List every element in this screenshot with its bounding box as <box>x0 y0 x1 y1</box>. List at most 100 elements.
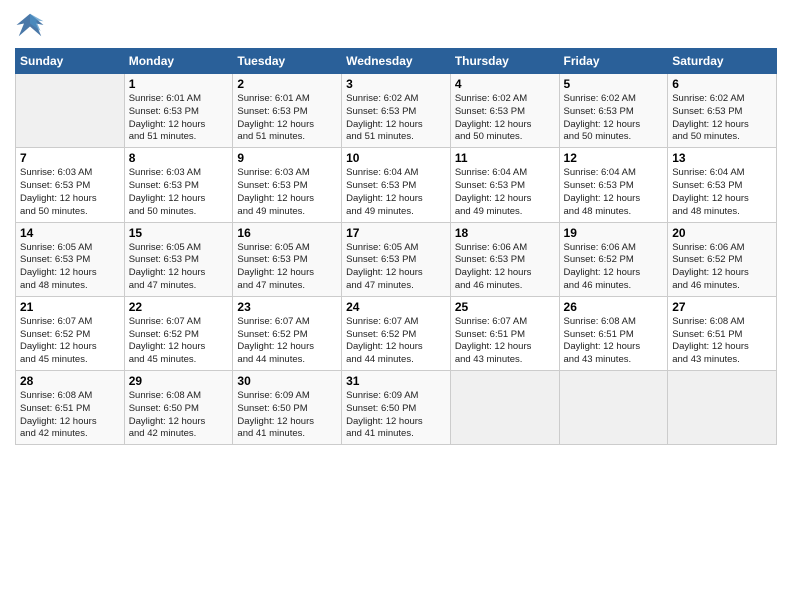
weekday-header-friday: Friday <box>559 49 668 74</box>
logo <box>15 10 49 40</box>
calendar-cell: 2 Sunrise: 6:01 AM Sunset: 6:53 PM Daylig… <box>233 74 342 148</box>
day-number: 19 <box>564 226 664 240</box>
day-info: Sunrise: 6:07 AM Sunset: 6:52 PM Dayligh… <box>20 316 120 367</box>
day-number: 4 <box>455 77 555 91</box>
day-info: Sunrise: 6:04 AM Sunset: 6:53 PM Dayligh… <box>672 167 772 218</box>
day-number: 14 <box>20 226 120 240</box>
calendar-cell: 28 Sunrise: 6:08 AM Sunset: 6:51 PM Dayli… <box>16 371 125 445</box>
weekday-header-tuesday: Tuesday <box>233 49 342 74</box>
calendar-cell: 24 Sunrise: 6:07 AM Sunset: 6:52 PM Dayli… <box>342 296 451 370</box>
day-number: 28 <box>20 374 120 388</box>
calendar-week-row: 28 Sunrise: 6:08 AM Sunset: 6:51 PM Dayli… <box>16 371 777 445</box>
weekday-header-wednesday: Wednesday <box>342 49 451 74</box>
day-number: 11 <box>455 151 555 165</box>
day-info: Sunrise: 6:05 AM Sunset: 6:53 PM Dayligh… <box>346 242 446 293</box>
day-number: 23 <box>237 300 337 314</box>
day-info: Sunrise: 6:03 AM Sunset: 6:53 PM Dayligh… <box>129 167 229 218</box>
day-number: 24 <box>346 300 446 314</box>
day-info: Sunrise: 6:08 AM Sunset: 6:50 PM Dayligh… <box>129 390 229 441</box>
day-number: 18 <box>455 226 555 240</box>
calendar-cell: 13 Sunrise: 6:04 AM Sunset: 6:53 PM Dayli… <box>668 148 777 222</box>
day-number: 16 <box>237 226 337 240</box>
day-info: Sunrise: 6:05 AM Sunset: 6:53 PM Dayligh… <box>129 242 229 293</box>
day-number: 22 <box>129 300 229 314</box>
weekday-header-monday: Monday <box>124 49 233 74</box>
day-info: Sunrise: 6:02 AM Sunset: 6:53 PM Dayligh… <box>455 93 555 144</box>
day-number: 3 <box>346 77 446 91</box>
day-info: Sunrise: 6:06 AM Sunset: 6:52 PM Dayligh… <box>564 242 664 293</box>
day-number: 13 <box>672 151 772 165</box>
day-info: Sunrise: 6:04 AM Sunset: 6:53 PM Dayligh… <box>564 167 664 218</box>
calendar-cell: 12 Sunrise: 6:04 AM Sunset: 6:53 PM Dayli… <box>559 148 668 222</box>
calendar-cell <box>16 74 125 148</box>
calendar-cell: 26 Sunrise: 6:08 AM Sunset: 6:51 PM Dayli… <box>559 296 668 370</box>
calendar-week-row: 14 Sunrise: 6:05 AM Sunset: 6:53 PM Dayli… <box>16 222 777 296</box>
calendar-cell: 3Sunrise: 6:02 AM Sunset: 6:53 PM Daylig… <box>342 74 451 148</box>
calendar-cell: 19 Sunrise: 6:06 AM Sunset: 6:52 PM Dayli… <box>559 222 668 296</box>
calendar-cell: 8 Sunrise: 6:03 AM Sunset: 6:53 PM Daylig… <box>124 148 233 222</box>
day-number: 12 <box>564 151 664 165</box>
calendar-cell: 6 Sunrise: 6:02 AM Sunset: 6:53 PM Daylig… <box>668 74 777 148</box>
day-number: 26 <box>564 300 664 314</box>
day-info: Sunrise: 6:05 AM Sunset: 6:53 PM Dayligh… <box>20 242 120 293</box>
day-info: Sunrise: 6:03 AM Sunset: 6:53 PM Dayligh… <box>20 167 120 218</box>
day-number: 27 <box>672 300 772 314</box>
day-info: Sunrise: 6:04 AM Sunset: 6:53 PM Dayligh… <box>346 167 446 218</box>
day-info: Sunrise: 6:09 AM Sunset: 6:50 PM Dayligh… <box>346 390 446 441</box>
weekday-header-saturday: Saturday <box>668 49 777 74</box>
day-number: 17 <box>346 226 446 240</box>
calendar-cell: 23 Sunrise: 6:07 AM Sunset: 6:52 PM Dayli… <box>233 296 342 370</box>
day-number: 6 <box>672 77 772 91</box>
day-number: 31 <box>346 374 446 388</box>
calendar-cell: 18Sunrise: 6:06 AM Sunset: 6:53 PM Dayli… <box>450 222 559 296</box>
day-info: Sunrise: 6:03 AM Sunset: 6:53 PM Dayligh… <box>237 167 337 218</box>
day-number: 10 <box>346 151 446 165</box>
day-number: 15 <box>129 226 229 240</box>
day-info: Sunrise: 6:02 AM Sunset: 6:53 PM Dayligh… <box>672 93 772 144</box>
calendar-cell: 16Sunrise: 6:05 AM Sunset: 6:53 PM Dayli… <box>233 222 342 296</box>
day-info: Sunrise: 6:02 AM Sunset: 6:53 PM Dayligh… <box>564 93 664 144</box>
day-number: 29 <box>129 374 229 388</box>
day-info: Sunrise: 6:07 AM Sunset: 6:52 PM Dayligh… <box>237 316 337 367</box>
page-header <box>15 10 777 40</box>
calendar-cell: 17 Sunrise: 6:05 AM Sunset: 6:53 PM Dayli… <box>342 222 451 296</box>
day-number: 8 <box>129 151 229 165</box>
calendar-cell: 30 Sunrise: 6:09 AM Sunset: 6:50 PM Dayli… <box>233 371 342 445</box>
calendar-cell: 14 Sunrise: 6:05 AM Sunset: 6:53 PM Dayli… <box>16 222 125 296</box>
day-number: 30 <box>237 374 337 388</box>
calendar-cell: 9 Sunrise: 6:03 AM Sunset: 6:53 PM Daylig… <box>233 148 342 222</box>
day-number: 25 <box>455 300 555 314</box>
calendar-cell: 31 Sunrise: 6:09 AM Sunset: 6:50 PM Dayli… <box>342 371 451 445</box>
logo-icon <box>15 10 45 40</box>
day-number: 1 <box>129 77 229 91</box>
day-info: Sunrise: 6:08 AM Sunset: 6:51 PM Dayligh… <box>672 316 772 367</box>
calendar-week-row: 1 Sunrise: 6:01 AM Sunset: 6:53 PM Daylig… <box>16 74 777 148</box>
day-number: 5 <box>564 77 664 91</box>
day-info: Sunrise: 6:08 AM Sunset: 6:51 PM Dayligh… <box>564 316 664 367</box>
weekday-header-row: SundayMondayTuesdayWednesdayThursdayFrid… <box>16 49 777 74</box>
day-info: Sunrise: 6:07 AM Sunset: 6:52 PM Dayligh… <box>346 316 446 367</box>
page-container: SundayMondayTuesdayWednesdayThursdayFrid… <box>0 0 792 455</box>
calendar-cell: 5 Sunrise: 6:02 AM Sunset: 6:53 PM Daylig… <box>559 74 668 148</box>
day-info: Sunrise: 6:01 AM Sunset: 6:53 PM Dayligh… <box>237 93 337 144</box>
day-info: Sunrise: 6:08 AM Sunset: 6:51 PM Dayligh… <box>20 390 120 441</box>
calendar-cell: 4 Sunrise: 6:02 AM Sunset: 6:53 PM Daylig… <box>450 74 559 148</box>
calendar-cell: 1 Sunrise: 6:01 AM Sunset: 6:53 PM Daylig… <box>124 74 233 148</box>
calendar-cell: 21Sunrise: 6:07 AM Sunset: 6:52 PM Dayli… <box>16 296 125 370</box>
day-info: Sunrise: 6:01 AM Sunset: 6:53 PM Dayligh… <box>129 93 229 144</box>
calendar-cell: 15 Sunrise: 6:05 AM Sunset: 6:53 PM Dayli… <box>124 222 233 296</box>
day-info: Sunrise: 6:09 AM Sunset: 6:50 PM Dayligh… <box>237 390 337 441</box>
calendar-cell: 10 Sunrise: 6:04 AM Sunset: 6:53 PM Dayli… <box>342 148 451 222</box>
day-info: Sunrise: 6:04 AM Sunset: 6:53 PM Dayligh… <box>455 167 555 218</box>
weekday-header-thursday: Thursday <box>450 49 559 74</box>
calendar-cell: 27 Sunrise: 6:08 AM Sunset: 6:51 PM Dayli… <box>668 296 777 370</box>
calendar-week-row: 21Sunrise: 6:07 AM Sunset: 6:52 PM Dayli… <box>16 296 777 370</box>
day-number: 2 <box>237 77 337 91</box>
day-number: 20 <box>672 226 772 240</box>
calendar-cell: 7Sunrise: 6:03 AM Sunset: 6:53 PM Daylig… <box>16 148 125 222</box>
calendar-table: SundayMondayTuesdayWednesdayThursdayFrid… <box>15 48 777 445</box>
day-info: Sunrise: 6:07 AM Sunset: 6:51 PM Dayligh… <box>455 316 555 367</box>
day-number: 9 <box>237 151 337 165</box>
calendar-cell <box>450 371 559 445</box>
calendar-cell: 22Sunrise: 6:07 AM Sunset: 6:52 PM Dayli… <box>124 296 233 370</box>
